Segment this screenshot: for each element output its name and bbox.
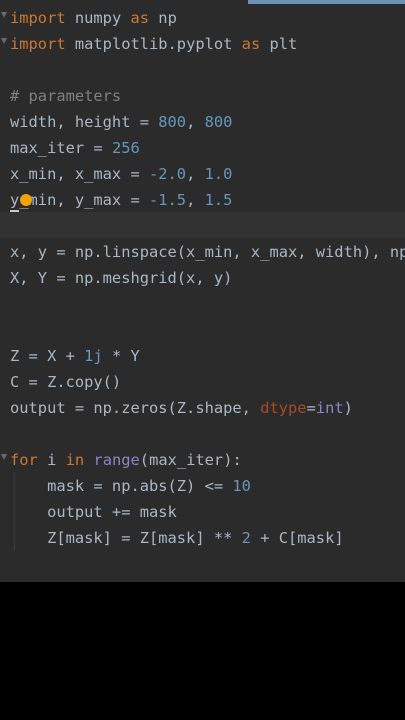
code-text: ,: [186, 113, 205, 131]
code-line-20[interactable]: output += mask: [10, 499, 177, 525]
code-line-5[interactable]: width, height = 800, 800: [10, 109, 232, 135]
code-line-14[interactable]: Z = X + 1j * Y: [10, 343, 140, 369]
code-text: X, Y = np.meshgrid(x, y): [10, 269, 233, 287]
code-text: (max_iter):: [139, 451, 242, 469]
module-name: matplotlib.pyplot: [65, 35, 242, 53]
code-text: * Y: [102, 347, 140, 365]
number-literal: -1.5: [149, 191, 187, 209]
code-line-2[interactable]: import matplotlib.pyplot as plt: [10, 31, 297, 57]
number-literal: 256: [111, 139, 140, 157]
number-literal: 1j: [84, 347, 103, 365]
code-text: x, y = np.linspace(x_min, x_max, width),…: [10, 243, 405, 261]
code-text: =: [306, 399, 316, 417]
number-literal: 1.5: [204, 191, 233, 209]
keyword: as: [241, 35, 261, 53]
builtin-name: int: [315, 399, 344, 417]
number-literal: 800: [158, 113, 187, 131]
code-line-21[interactable]: Z[mask] = Z[mask] ** 2 + C[mask]: [10, 525, 344, 551]
number-literal: 10: [232, 477, 251, 495]
code-editor[interactable]: import numpy as np import matplotlib.pyp…: [0, 0, 405, 582]
keyword: import: [10, 9, 66, 27]
code-text: width, height =: [10, 113, 159, 131]
number-literal: 800: [204, 113, 233, 131]
fold-marker-icon[interactable]: [0, 5, 8, 31]
code-text: Z = X +: [10, 347, 85, 365]
code-line-10[interactable]: x, y = np.linspace(x_min, x_max, width),…: [10, 239, 405, 265]
comment: # parameters: [10, 87, 122, 105]
letterbox-area: [0, 582, 405, 720]
scrollbar-thumb[interactable]: [248, 0, 405, 4]
code-line-15[interactable]: C = Z.copy(): [10, 369, 121, 395]
code-text: C = Z.copy(): [10, 373, 122, 391]
code-line-6[interactable]: max_iter = 256: [10, 135, 140, 161]
number-literal: 1.0: [204, 165, 233, 183]
alias: np: [149, 9, 177, 27]
code-line-4[interactable]: # parameters: [10, 83, 121, 109]
number-literal: -2.0: [149, 165, 187, 183]
code-line-19[interactable]: mask = np.abs(Z) <= 10: [10, 473, 251, 499]
fold-marker-icon[interactable]: [0, 31, 8, 57]
builtin-name: range: [93, 451, 140, 469]
code-line-8[interactable]: y_min, y_max = -1.5, 1.5: [10, 187, 232, 213]
code-text: ,: [186, 165, 205, 183]
current-line-highlight: [0, 212, 405, 238]
keyword: import: [10, 35, 66, 53]
code-text: Z[mask] = Z[mask] **: [10, 529, 242, 547]
number-literal: 2: [241, 529, 251, 547]
keyword: for: [10, 451, 38, 469]
keyword: as: [130, 9, 150, 27]
code-text: output = np.zeros(Z.shape,: [10, 399, 261, 417]
code-text: x_min, x_max =: [10, 165, 149, 183]
code-text: max_iter =: [10, 139, 112, 157]
code-text: + C[mask]: [250, 529, 344, 547]
module-name: numpy: [65, 9, 131, 27]
fold-marker-icon[interactable]: [0, 447, 8, 473]
code-text: mask = np.abs(Z) <=: [10, 477, 233, 495]
code-line-11[interactable]: X, Y = np.meshgrid(x, y): [10, 265, 232, 291]
code-text: ,: [186, 191, 205, 209]
code-line-16[interactable]: output = np.zeros(Z.shape, dtype=int): [10, 395, 353, 421]
keyword-argument: dtype: [260, 399, 307, 417]
code-text: i: [37, 451, 66, 469]
text-caret: [10, 210, 19, 212]
code-text: ): [343, 399, 353, 417]
alias: plt: [260, 35, 298, 53]
code-line-7[interactable]: x_min, x_max = -2.0, 1.0: [10, 161, 232, 187]
keyword: in: [65, 451, 85, 469]
code-line-18[interactable]: for i in range(max_iter):: [10, 447, 242, 473]
code-text: output += mask: [10, 503, 177, 521]
intention-bulb-icon[interactable]: [20, 194, 32, 206]
code-line-1[interactable]: import numpy as np: [10, 5, 177, 31]
